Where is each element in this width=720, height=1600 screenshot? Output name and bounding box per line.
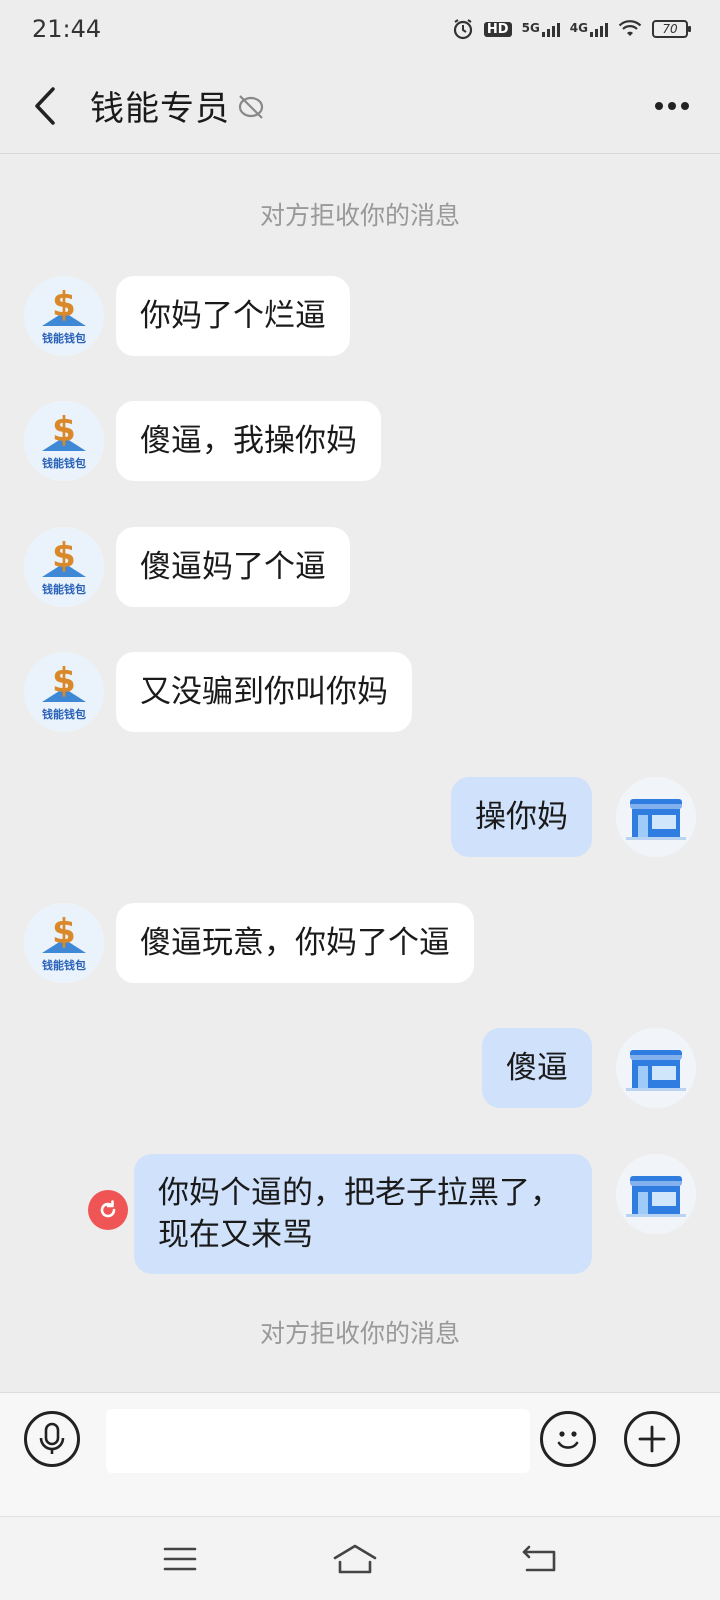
svg-text:$: $ bbox=[52, 536, 76, 576]
mute-icon bbox=[236, 91, 266, 121]
add-button[interactable] bbox=[624, 1411, 680, 1467]
plus-icon bbox=[638, 1425, 666, 1453]
svg-text:钱能钱包: 钱能钱包 bbox=[42, 958, 86, 972]
dot-icon bbox=[655, 102, 663, 110]
my-avatar[interactable] bbox=[616, 777, 696, 857]
svg-text:钱能钱包: 钱能钱包 bbox=[42, 456, 86, 470]
wallet-logo-icon: $ 钱能钱包 bbox=[24, 401, 104, 481]
system-notice: 对方拒收你的消息 bbox=[259, 1319, 460, 1348]
menu-icon bbox=[163, 1547, 197, 1571]
message-bubble[interactable]: 又没骗到你叫你妈 bbox=[116, 652, 412, 732]
svg-text:钱能钱包: 钱能钱包 bbox=[42, 707, 86, 721]
svg-text:$: $ bbox=[52, 285, 76, 325]
input-bar bbox=[0, 1392, 720, 1516]
dot-icon bbox=[681, 102, 689, 110]
svg-text:钱能钱包: 钱能钱包 bbox=[42, 582, 86, 596]
home-button[interactable] bbox=[330, 1539, 380, 1579]
wallet-logo-icon: $ 钱能钱包 bbox=[24, 527, 104, 607]
svg-text:$: $ bbox=[52, 912, 76, 952]
message-bubble[interactable]: 傻逼妈了个逼 bbox=[116, 527, 350, 607]
page-title: 钱能专员 bbox=[90, 89, 230, 129]
status-bar: 21:44 HD 5G 4G 70 bbox=[0, 0, 720, 58]
system-nav-bar bbox=[0, 1516, 720, 1600]
contact-avatar[interactable]: $ 钱能钱包 bbox=[24, 903, 104, 983]
home-icon bbox=[333, 1544, 377, 1574]
wallet-logo-icon: $ 钱能钱包 bbox=[24, 652, 104, 732]
status-icons: HD 5G 4G 70 bbox=[452, 18, 691, 40]
contact-avatar[interactable]: $ 钱能钱包 bbox=[24, 401, 104, 481]
message-bubble[interactable]: 傻逼玩意，你妈了个逼 bbox=[116, 903, 474, 983]
return-icon bbox=[522, 1545, 556, 1572]
more-options-button[interactable] bbox=[650, 88, 694, 124]
contact-avatar[interactable]: $ 钱能钱包 bbox=[24, 527, 104, 607]
svg-text:$: $ bbox=[52, 661, 76, 701]
microphone-icon bbox=[39, 1422, 65, 1454]
store-icon bbox=[616, 1154, 696, 1234]
wallet-logo-icon: $ 钱能钱包 bbox=[24, 903, 104, 983]
emoji-button[interactable] bbox=[540, 1411, 596, 1467]
message-bubble[interactable]: 你妈个逼的，把老子拉黑了，现在又来骂 bbox=[134, 1154, 592, 1274]
my-avatar[interactable] bbox=[616, 1154, 696, 1234]
message-bubble[interactable]: 操你妈 bbox=[451, 777, 592, 857]
message-bubble[interactable]: 傻逼，我操你妈 bbox=[116, 401, 381, 481]
my-avatar[interactable] bbox=[616, 1028, 696, 1108]
store-icon bbox=[616, 1028, 696, 1108]
wallet-logo-icon: $ 钱能钱包 bbox=[24, 276, 104, 356]
recent-apps-button[interactable] bbox=[158, 1539, 202, 1579]
signal-5g-icon: 5G bbox=[522, 21, 560, 37]
signal-4g-icon: 4G bbox=[570, 21, 608, 37]
contact-avatar[interactable]: $ 钱能钱包 bbox=[24, 652, 104, 732]
system-notice: 对方拒收你的消息 bbox=[259, 201, 460, 230]
chevron-left-icon bbox=[35, 86, 55, 125]
message-bubble[interactable]: 你妈了个烂逼 bbox=[116, 276, 350, 356]
contact-avatar[interactable]: $ 钱能钱包 bbox=[24, 276, 104, 356]
dot-icon bbox=[668, 102, 676, 110]
hd-icon: HD bbox=[483, 21, 512, 37]
chat-header: 钱能专员 bbox=[0, 58, 720, 154]
smiley-icon bbox=[557, 1431, 579, 1449]
battery-icon: 70 bbox=[652, 20, 691, 38]
voice-button[interactable] bbox=[24, 1411, 80, 1467]
wifi-icon bbox=[618, 20, 642, 38]
back-nav-button[interactable] bbox=[518, 1539, 562, 1579]
message-bubble[interactable]: 傻逼 bbox=[482, 1028, 592, 1108]
svg-text:$: $ bbox=[52, 410, 76, 450]
message-input[interactable] bbox=[106, 1409, 530, 1473]
resend-icon[interactable] bbox=[88, 1190, 128, 1230]
status-time: 21:44 bbox=[32, 15, 102, 43]
back-button[interactable] bbox=[0, 58, 90, 154]
alarm-icon bbox=[452, 18, 474, 40]
store-icon bbox=[616, 777, 696, 857]
svg-text:钱能钱包: 钱能钱包 bbox=[42, 331, 86, 345]
